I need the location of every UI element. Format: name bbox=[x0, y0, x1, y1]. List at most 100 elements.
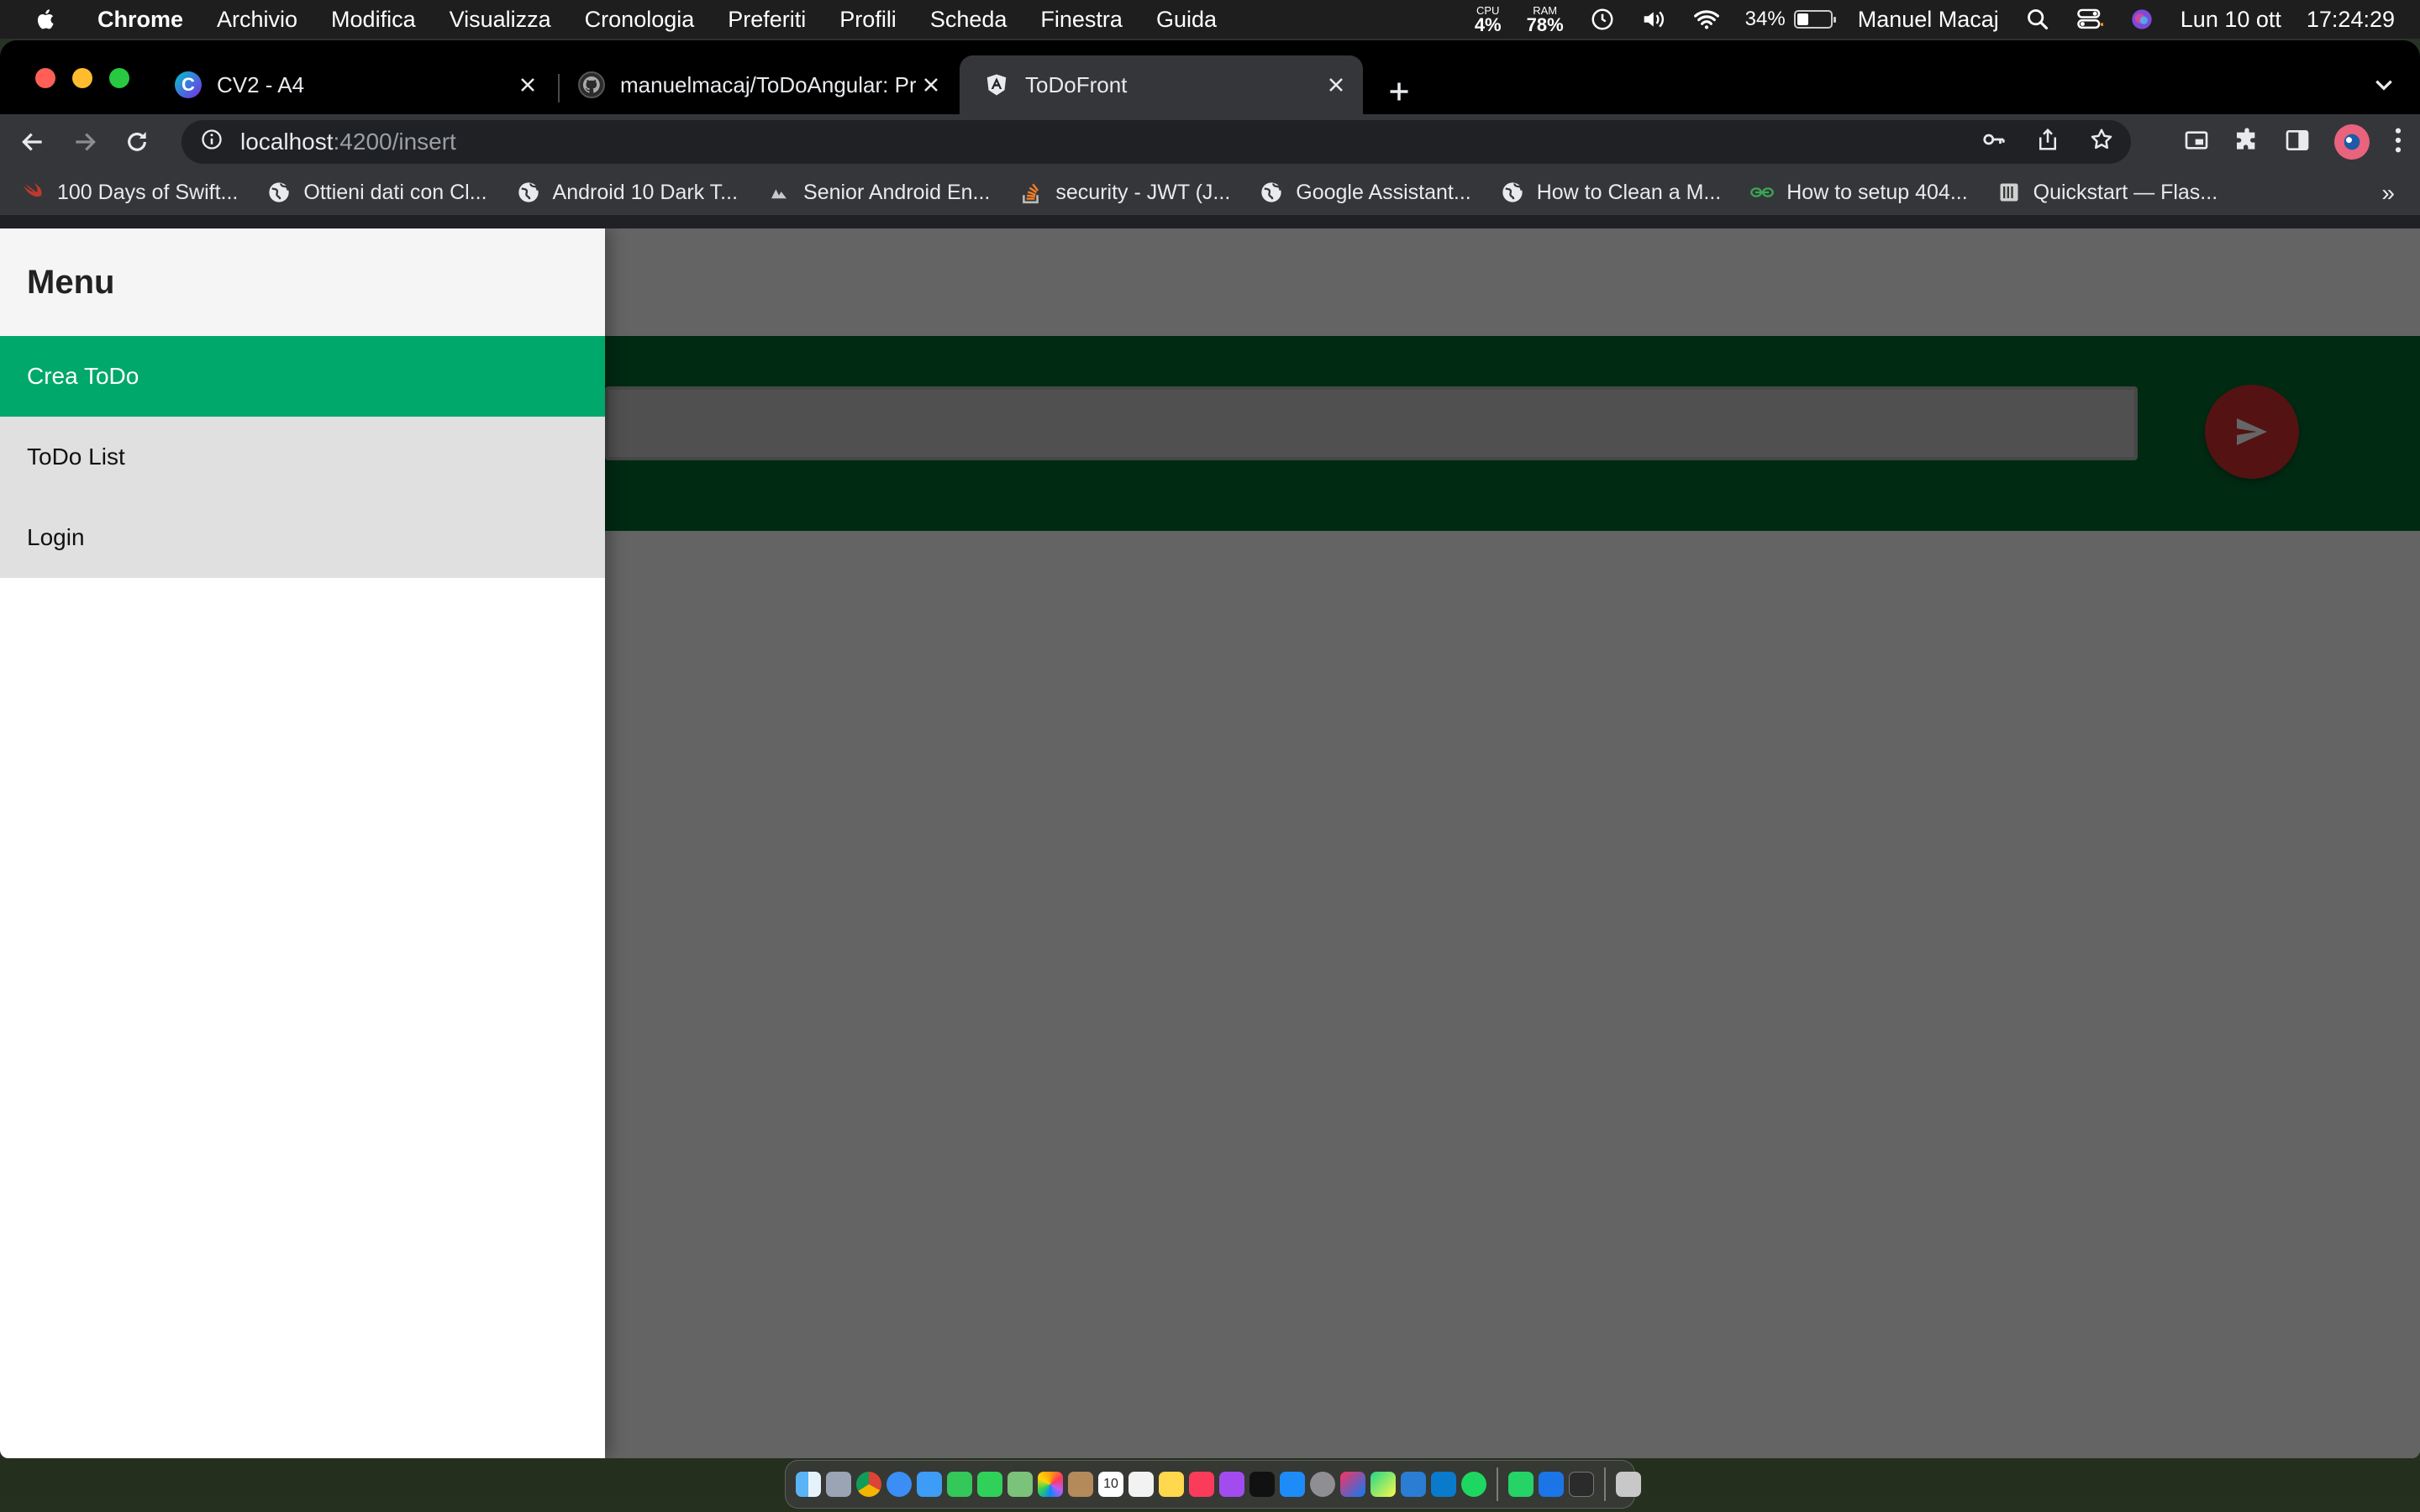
close-tab-icon[interactable] bbox=[916, 70, 946, 100]
url-host: localhost bbox=[240, 129, 334, 155]
calendar-day: 10 bbox=[1103, 1477, 1118, 1491]
bookmark-item[interactable]: Google Assistant... bbox=[1259, 180, 1471, 205]
menubar-date[interactable]: Lun 10 ott bbox=[2181, 7, 2281, 33]
maps-icon[interactable] bbox=[1007, 1472, 1033, 1497]
nav-item-todo-list[interactable]: ToDo List bbox=[0, 417, 605, 497]
link-icon bbox=[1749, 180, 1775, 205]
user-name[interactable]: Manuel Macaj bbox=[1858, 7, 1999, 33]
time-machine-icon[interactable] bbox=[1589, 6, 1616, 33]
vscode-icon[interactable] bbox=[1431, 1472, 1456, 1497]
control-center-icon[interactable] bbox=[2076, 6, 2103, 33]
bookmark-item[interactable]: How to setup 404... bbox=[1749, 180, 1968, 205]
site-info-icon[interactable] bbox=[200, 128, 224, 157]
wifi-icon[interactable] bbox=[1693, 6, 1720, 33]
photos-icon[interactable] bbox=[1038, 1472, 1063, 1497]
tab-search-chevron-icon[interactable] bbox=[2373, 74, 2395, 100]
password-key-icon[interactable] bbox=[1981, 127, 2007, 158]
menu-preferiti[interactable]: Preferiti bbox=[711, 7, 823, 33]
bookmarks-overflow-button[interactable]: » bbox=[2381, 180, 2395, 207]
bookmark-label: Google Assistant... bbox=[1296, 180, 1471, 204]
tv-icon[interactable] bbox=[1249, 1472, 1275, 1497]
bookmark-item[interactable]: 100 Days of Swift... bbox=[20, 180, 238, 205]
spotify-icon[interactable] bbox=[1461, 1472, 1486, 1497]
bookmark-item[interactable]: How to Clean a M... bbox=[1500, 180, 1721, 205]
battery-status[interactable]: 34% bbox=[1745, 8, 1836, 31]
menu-scheda[interactable]: Scheda bbox=[913, 7, 1024, 33]
mail-icon[interactable] bbox=[917, 1472, 942, 1497]
dock-separator bbox=[1497, 1467, 1498, 1501]
menu-modifica[interactable]: Modifica bbox=[314, 7, 433, 33]
facetime-icon[interactable] bbox=[947, 1472, 972, 1497]
side-panel-icon[interactable] bbox=[2284, 127, 2311, 158]
finder-icon[interactable] bbox=[796, 1472, 821, 1497]
volume-icon[interactable] bbox=[1641, 6, 1668, 33]
intellij-icon[interactable] bbox=[1340, 1472, 1365, 1497]
contacts-icon[interactable] bbox=[1068, 1472, 1093, 1497]
minimize-window-button[interactable] bbox=[72, 68, 92, 88]
web-page: Menu Crea ToDo ToDo List Login bbox=[0, 228, 2420, 1458]
battery-icon bbox=[1793, 10, 1836, 29]
ram-stat[interactable]: RAM 78% bbox=[1527, 5, 1564, 34]
bookmark-label: Android 10 Dark T... bbox=[552, 180, 739, 204]
spotlight-search-icon[interactable] bbox=[2024, 6, 2051, 33]
menubar-time[interactable]: 17:24:29 bbox=[2307, 7, 2395, 33]
launchpad-icon[interactable] bbox=[826, 1472, 851, 1497]
pycharm-icon[interactable] bbox=[1370, 1472, 1396, 1497]
menu-guida[interactable]: Guida bbox=[1139, 7, 1234, 33]
app-menu-chrome[interactable]: Chrome bbox=[81, 7, 200, 33]
new-tab-button[interactable] bbox=[1378, 71, 1420, 113]
notes-icon[interactable] bbox=[1159, 1472, 1184, 1497]
share-icon[interactable] bbox=[2035, 127, 2060, 158]
appstore-icon[interactable] bbox=[1280, 1472, 1305, 1497]
siri-icon[interactable] bbox=[2128, 6, 2155, 33]
bookmark-item[interactable]: Android 10 Dark T... bbox=[516, 180, 738, 205]
reload-button[interactable] bbox=[116, 121, 158, 163]
forward-button[interactable] bbox=[64, 121, 106, 163]
nav-item-login[interactable]: Login bbox=[0, 497, 605, 578]
podcasts-icon[interactable] bbox=[1219, 1472, 1244, 1497]
tab-cv2[interactable]: C CV2 - A4 bbox=[151, 55, 555, 114]
cast-media-icon[interactable] bbox=[2183, 127, 2210, 158]
menu-finestra[interactable]: Finestra bbox=[1023, 7, 1139, 33]
settings-icon[interactable] bbox=[1310, 1472, 1335, 1497]
menu-profili[interactable]: Profili bbox=[823, 7, 913, 33]
bookmark-star-icon[interactable] bbox=[2089, 127, 2114, 158]
window-controls bbox=[35, 68, 129, 88]
bookmark-item[interactable]: Quickstart — Flas... bbox=[1996, 180, 2217, 205]
cpu-stat[interactable]: CPU 4% bbox=[1475, 5, 1502, 34]
tab-strip: C CV2 - A4 manuelmacaj/ToDoAngular: Pri … bbox=[0, 40, 2420, 114]
reminders-icon[interactable] bbox=[1128, 1472, 1154, 1497]
chrome-menu-icon[interactable] bbox=[2393, 126, 2403, 159]
close-tab-icon[interactable] bbox=[513, 70, 543, 100]
bookmark-item[interactable]: Senior Android En... bbox=[766, 180, 990, 205]
back-button[interactable] bbox=[12, 121, 54, 163]
terminal-icon[interactable] bbox=[1569, 1472, 1594, 1497]
safari-icon[interactable] bbox=[886, 1472, 912, 1497]
tab-todofront[interactable]: ToDoFront bbox=[960, 55, 1363, 114]
music-icon[interactable] bbox=[1189, 1472, 1214, 1497]
address-bar[interactable]: localhost :4200/insert bbox=[182, 120, 2131, 164]
chrome-icon[interactable] bbox=[856, 1472, 881, 1497]
tab-github[interactable]: manuelmacaj/ToDoAngular: Pri bbox=[555, 55, 958, 114]
trash-icon[interactable] bbox=[1616, 1472, 1641, 1497]
tab-title: ToDoFront bbox=[1025, 71, 1128, 97]
extensions-puzzle-icon[interactable] bbox=[2233, 127, 2260, 158]
bookmark-item[interactable]: Ottieni dati con Cl... bbox=[266, 180, 487, 205]
profile-avatar[interactable] bbox=[2334, 124, 2370, 160]
apple-icon[interactable] bbox=[34, 7, 59, 32]
close-tab-icon[interactable] bbox=[1321, 70, 1351, 100]
company-icon bbox=[766, 180, 792, 205]
menu-archivio[interactable]: Archivio bbox=[200, 7, 314, 33]
whatsapp-icon[interactable] bbox=[1508, 1472, 1534, 1497]
menu-visualizza[interactable]: Visualizza bbox=[433, 7, 568, 33]
menu-cronologia[interactable]: Cronologia bbox=[568, 7, 712, 33]
xcode-icon[interactable] bbox=[1539, 1472, 1564, 1497]
side-drawer: Menu Crea ToDo ToDo List Login bbox=[0, 228, 605, 1458]
nav-item-crea-todo[interactable]: Crea ToDo bbox=[0, 336, 605, 417]
word-icon[interactable] bbox=[1401, 1472, 1426, 1497]
zoom-window-button[interactable] bbox=[109, 68, 129, 88]
calendar-icon[interactable]: 10 bbox=[1098, 1472, 1123, 1497]
close-window-button[interactable] bbox=[35, 68, 55, 88]
messages-icon[interactable] bbox=[977, 1472, 1002, 1497]
bookmark-item[interactable]: security - JWT (J... bbox=[1018, 180, 1230, 205]
